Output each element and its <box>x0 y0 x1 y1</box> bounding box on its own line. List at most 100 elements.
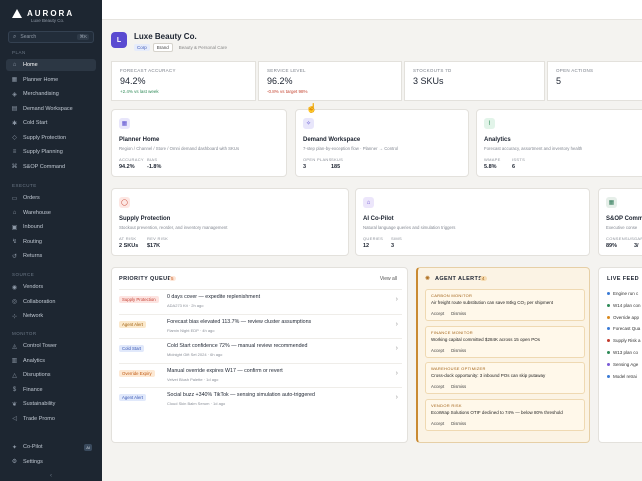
sidebar-item-returns[interactable]: ↺ Returns <box>6 250 96 262</box>
sidebar-item-demand-workspace[interactable]: ▤ Demand Workspace <box>6 103 96 115</box>
dismiss-button[interactable]: Dismiss <box>451 311 466 316</box>
agent-alerts: ✺ AGENT ALERTS 4 CARBON MONITOR Air freig… <box>416 267 590 443</box>
sidebar-item-label: Home <box>23 62 38 68</box>
inbox-icon: ▣ <box>11 224 18 231</box>
sidebar-item-supply-planning[interactable]: ≡ Supply Planning <box>6 146 96 158</box>
sidebar-item-label: Settings <box>23 458 43 465</box>
sidebar-item-finance[interactable]: $ Finance <box>6 384 96 396</box>
sidebar-item-planner-home[interactable]: ▦ Planner Home <box>6 74 96 86</box>
sidebar-item-warehouse[interactable]: ⌂ Warehouse <box>6 207 96 219</box>
module-card-analytics[interactable]: ⌇ Analytics Forecast accuracy, assortment … <box>476 109 642 177</box>
dismiss-button[interactable]: Dismiss <box>451 421 466 426</box>
chevron-right-icon[interactable]: › <box>396 345 398 352</box>
chevron-right-icon[interactable]: › <box>396 296 398 303</box>
accept-button[interactable]: Accept <box>431 421 444 426</box>
view-all-link[interactable]: View all <box>380 276 397 282</box>
queue-item[interactable]: Override Expiry Manual override expires W… <box>119 362 402 385</box>
accept-button[interactable]: Accept <box>431 348 444 353</box>
sidebar-item-label: Sustainability <box>23 401 56 407</box>
queue-item-title: Manual override expires W17 — confirm or… <box>167 367 283 374</box>
chevron-right-icon[interactable]: › <box>396 394 398 401</box>
brand[interactable]: AURORA <box>12 9 74 18</box>
accept-button[interactable]: Accept <box>431 384 444 389</box>
tag-corp[interactable]: Corp <box>134 44 150 51</box>
sidebar-item-settings[interactable]: ⚙ Settings <box>6 456 96 468</box>
search-input[interactable]: Search <box>20 34 73 40</box>
module-metric-label: CONSENSUS <box>606 236 635 241</box>
queue-item-title: Forecast bias elevated 113.7% — review c… <box>167 318 312 325</box>
feed-item[interactable]: Forecast Qua <box>607 326 640 331</box>
queue-item[interactable]: Agent Alert Forecast bias elevated 113.7%… <box>119 313 402 336</box>
feed-item[interactable]: Supply Risk a <box>607 338 641 343</box>
module-metric-label: ISSTS <box>512 157 526 162</box>
tag-brand[interactable]: Brand <box>152 43 173 52</box>
kpi-value: 3 SKUs <box>413 76 444 86</box>
sidebar-item-vendors[interactable]: ◉ Vendors <box>6 281 96 293</box>
sidebar-item-label: Control Tower <box>23 343 57 349</box>
module-metric-label: ACCURACY <box>119 157 144 162</box>
sidebar-item-analytics[interactable]: ▥ Analytics <box>6 355 96 367</box>
module-title: Supply Protection <box>119 216 171 222</box>
queue-item[interactable]: Agent Alert Social buzz +340% TikTok — se… <box>119 387 402 409</box>
sidebar-item-control-tower[interactable]: ◬ Control Tower <box>6 340 96 352</box>
chevron-right-icon[interactable]: › <box>396 370 398 377</box>
feed-item[interactable]: Sensing Age <box>607 362 638 367</box>
chart-icon: ▤ <box>11 106 18 112</box>
module-description: Forecast accuracy, assortment and invent… <box>484 146 583 151</box>
sparkle-icon: ✦ <box>11 444 18 451</box>
module-card-supply-protection[interactable]: ◯ Supply Protection Stockout prevention, r… <box>111 188 349 256</box>
kpi-value: 96.2% <box>267 76 293 86</box>
feed-item[interactable]: Override app <box>607 315 639 320</box>
route-icon: ↯ <box>11 239 18 245</box>
search-box[interactable]: ⌕ Search ⌘K <box>8 31 94 43</box>
dismiss-button[interactable]: Dismiss <box>451 384 466 389</box>
logo-icon <box>12 9 22 18</box>
sidebar-item-cold-start[interactable]: ✱ Cold Start <box>6 117 96 129</box>
sidebar-item-label: S&OP Command <box>23 163 66 170</box>
module-metric-value: $17K <box>147 243 161 249</box>
kpi-card: SERVICE LEVEL 96.2% -0.8% vs target 98% <box>258 61 402 101</box>
module-card-demand-workspace[interactable]: ✧ Demand Workspace 7-step plan-by-exceptio… <box>295 109 469 177</box>
feed-item[interactable]: Model retrai <box>607 374 637 379</box>
sidebar-item-home[interactable]: ⌂ Home <box>6 59 96 71</box>
kpi-card: STOCKOUTS 7D 3 SKUs <box>404 61 545 101</box>
feed-item[interactable]: Engine run c <box>607 291 638 296</box>
kpi-label: STOCKOUTS 7D <box>413 68 452 73</box>
sidebar-item-disruptions[interactable]: △ Disruptions <box>6 369 96 381</box>
sidebar-item-co-pilot[interactable]: ✦ Co-Pilot AI <box>6 441 96 453</box>
sidebar-item-collaboration[interactable]: ◎ Collaboration <box>6 296 96 308</box>
module-card-ai-co-pilot[interactable]: ⌂ AI Co-Pilot Natural language queries and… <box>355 188 590 256</box>
page-title: Luxe Beauty Co. <box>134 32 197 41</box>
collapse-icon[interactable]: ‹ <box>50 473 52 479</box>
sidebar-item-s-op-command[interactable]: ⌘ S&OP Command <box>6 161 96 173</box>
queue-item-category: Agent Alert <box>119 320 147 328</box>
alert-source: VENDOR RISK <box>431 402 462 408</box>
feed-item[interactable]: W13 plan co <box>607 350 638 355</box>
sidebar-item-label: Collaboration <box>23 298 56 305</box>
feed-item[interactable]: W14 plan con <box>607 303 641 308</box>
queue-item-category: Supply Protection <box>119 296 159 303</box>
grid-icon: ▦ <box>11 77 18 83</box>
queue-item[interactable]: Cold Start Cold Start confidence 72% — ma… <box>119 338 402 360</box>
dismiss-button[interactable]: Dismiss <box>451 348 466 353</box>
live-feed-title: LIVE FEED <box>607 276 640 282</box>
queue-item[interactable]: Supply Protection 0 days cover — expedite… <box>119 289 402 311</box>
sidebar-item-orders[interactable]: ▭ Orders <box>6 192 96 204</box>
sidebar-item-routing[interactable]: ↯ Routing <box>6 236 96 248</box>
sidebar-item-sustainability[interactable]: ❦ Sustainability <box>6 398 96 410</box>
sidebar-item-inbound[interactable]: ▣ Inbound <box>6 221 96 233</box>
sidebar-item-label: Routing <box>23 238 42 245</box>
sidebar-item-network[interactable]: ⊹ Network <box>6 310 96 322</box>
priority-queue: PRIORITY QUEUE 5 View all Supply Protect… <box>111 267 408 443</box>
module-card-planner-home[interactable]: ▦ Planner Home Region / Channel / Store / … <box>111 109 287 177</box>
sidebar-item-merchandising[interactable]: ◈ Merchandising <box>6 88 96 100</box>
sidebar-item-trade-promo[interactable]: ◁ Trade Promo <box>6 413 96 425</box>
accept-button[interactable]: Accept <box>431 311 444 316</box>
queue-item-meta: Midnight Gift Set 2024 · 6h ago <box>167 352 223 357</box>
alert-message: Cross-dock opportunity: 3 inbound POs ca… <box>431 373 546 378</box>
module-metric-value: 94.2% <box>119 164 135 170</box>
sidebar-section-label: EXECUTE <box>12 183 37 188</box>
sidebar-item-supply-protection[interactable]: ◇ Supply Protection <box>6 132 96 144</box>
chevron-right-icon[interactable]: › <box>396 321 398 328</box>
module-card-s-op-comma[interactable]: ▦ S&OP Comma Executive conse CONSENSUS 89% GA… <box>598 188 642 256</box>
